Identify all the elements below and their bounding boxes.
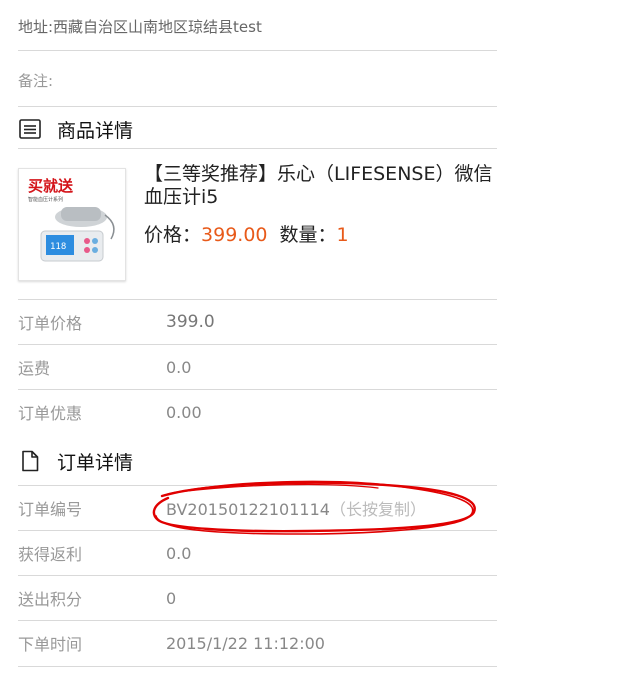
points-value: 0 — [166, 588, 177, 608]
order-number-value[interactable]: BV20150122101114（长按复制） — [166, 496, 426, 520]
rebate-value: 0.0 — [166, 543, 192, 563]
order-number-label: 订单编号 — [18, 500, 83, 519]
divider — [18, 50, 497, 51]
quantity-value: 1 — [336, 224, 349, 246]
list-icon — [18, 117, 42, 141]
price-label: 价格： — [144, 224, 202, 246]
points-label: 送出积分 — [18, 590, 83, 609]
address-text: 地址:西藏自治区山南地区琼结县test — [18, 18, 262, 36]
product-image[interactable]: 买就送 智能血压计系列 118 — [18, 168, 126, 281]
goods-section-header: 商品详情 — [18, 112, 133, 146]
order-time-row: 下单时间 2015/1/22 11:12:00 — [18, 621, 497, 665]
points-row: 送出积分 0 — [18, 576, 497, 620]
product-price-qty: 价格：399.00 数量：1 — [144, 220, 349, 247]
rebate-label: 获得返利 — [18, 545, 83, 564]
price-value: 399.00 — [201, 224, 268, 246]
product-item[interactable]: 买就送 智能血压计系列 118 【三等奖推荐】乐心（LIFESENSE）微信血压… — [18, 160, 497, 284]
order-time-label: 下单时间 — [18, 635, 83, 654]
order-price-row: 订单价格 399.0 — [18, 300, 497, 344]
svg-text:118: 118 — [50, 242, 66, 252]
order-price-value: 399.0 — [166, 312, 215, 332]
shipping-row: 运费 0.0 — [18, 345, 497, 389]
order-section-header: 订单详情 — [18, 444, 133, 478]
goods-section-title: 商品详情 — [57, 119, 134, 142]
product-name: 【三等奖推荐】乐心（LIFESENSE）微信血压计i5 — [144, 163, 493, 208]
discount-label: 订单优惠 — [18, 404, 83, 423]
divider — [18, 666, 497, 667]
copy-hint: （长按复制） — [329, 500, 426, 519]
rebate-row: 获得返利 0.0 — [18, 531, 497, 575]
order-number-text[interactable]: BV20150122101114 — [166, 500, 330, 519]
divider — [18, 148, 497, 149]
order-number-row[interactable]: 订单编号 BV20150122101114（长按复制） — [18, 486, 497, 530]
order-time-value: 2015/1/22 11:12:00 — [166, 633, 325, 653]
shipping-value: 0.0 — [166, 357, 192, 377]
shipping-label: 运费 — [18, 359, 51, 378]
document-icon — [18, 449, 42, 473]
divider — [18, 106, 497, 107]
thumb-sub-text: 智能血压计系列 — [28, 196, 63, 203]
remark-label: 备注: — [18, 72, 54, 90]
thumb-badge-text: 买就送 — [28, 177, 74, 195]
order-price-label: 订单价格 — [18, 314, 83, 333]
discount-row: 订单优惠 0.00 — [18, 390, 497, 434]
quantity-label: 数量： — [279, 224, 337, 246]
order-section-title: 订单详情 — [57, 451, 134, 474]
discount-value: 0.00 — [166, 402, 202, 422]
